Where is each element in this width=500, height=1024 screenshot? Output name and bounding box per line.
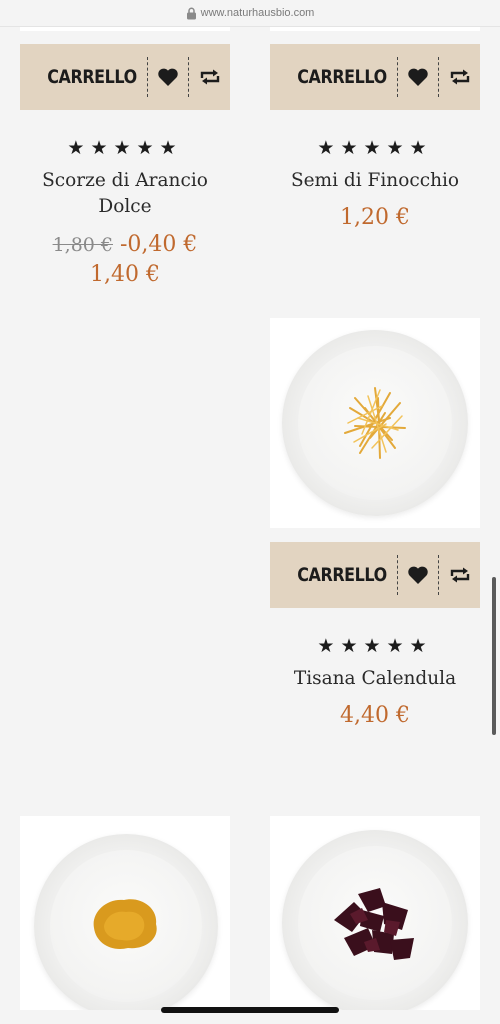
product-image-arancio[interactable] bbox=[20, 27, 230, 31]
product-actions-arancio: CARRELLO bbox=[20, 44, 230, 110]
old-price: 1,80 € bbox=[52, 234, 113, 256]
product-actions-finocchio: CARRELLO bbox=[270, 44, 480, 110]
rating-stars: ★★★★★ bbox=[317, 137, 433, 159]
scrollbar[interactable] bbox=[492, 577, 496, 735]
product-name[interactable]: Semi di Finocchio bbox=[270, 168, 480, 194]
rating-stars: ★★★★★ bbox=[67, 137, 183, 159]
product-price: 1,40 € bbox=[90, 262, 160, 287]
turmeric-powder bbox=[93, 899, 157, 949]
product-name[interactable]: Tisana Calendula bbox=[270, 666, 480, 692]
compare-button[interactable] bbox=[189, 44, 230, 110]
compare-button[interactable] bbox=[439, 44, 480, 110]
heart-icon bbox=[408, 68, 428, 86]
product-price: 4,40 € bbox=[340, 703, 410, 728]
add-to-cart-button[interactable]: CARRELLO bbox=[40, 44, 147, 110]
discount: -0,40 € bbox=[120, 232, 198, 257]
add-to-cart-button[interactable]: CARRELLO bbox=[290, 542, 397, 608]
hibiscus-leaves bbox=[334, 888, 414, 960]
calendula-petals bbox=[344, 387, 406, 459]
add-to-cart-button[interactable]: CARRELLO bbox=[290, 44, 397, 110]
product-price: 1,20 € bbox=[340, 205, 410, 230]
product-name[interactable]: Scorze di Arancio Dolce bbox=[20, 168, 230, 220]
lock-icon bbox=[186, 7, 197, 20]
product-image-finocchio[interactable] bbox=[270, 27, 480, 31]
compare-icon bbox=[450, 567, 469, 583]
url-text: www.naturhausbio.com bbox=[200, 7, 315, 19]
wishlist-button[interactable] bbox=[398, 44, 439, 110]
compare-icon bbox=[200, 69, 219, 85]
wishlist-button[interactable] bbox=[398, 542, 439, 608]
rating-stars: ★★★★★ bbox=[317, 635, 433, 657]
product-image-ibisco[interactable] bbox=[270, 816, 480, 1010]
heart-icon bbox=[408, 566, 428, 584]
wishlist-button[interactable] bbox=[148, 44, 189, 110]
product-image-curcuma[interactable] bbox=[20, 816, 230, 1010]
compare-button[interactable] bbox=[439, 542, 480, 608]
product-actions-calendula: CARRELLO bbox=[270, 542, 480, 608]
home-indicator[interactable] bbox=[161, 1007, 339, 1013]
product-image-calendula[interactable] bbox=[270, 318, 480, 528]
price-line: 1,80 € -0,40 € bbox=[20, 232, 230, 257]
browser-url-bar[interactable]: www.naturhausbio.com bbox=[0, 0, 500, 26]
heart-icon bbox=[158, 68, 178, 86]
compare-icon bbox=[450, 69, 469, 85]
